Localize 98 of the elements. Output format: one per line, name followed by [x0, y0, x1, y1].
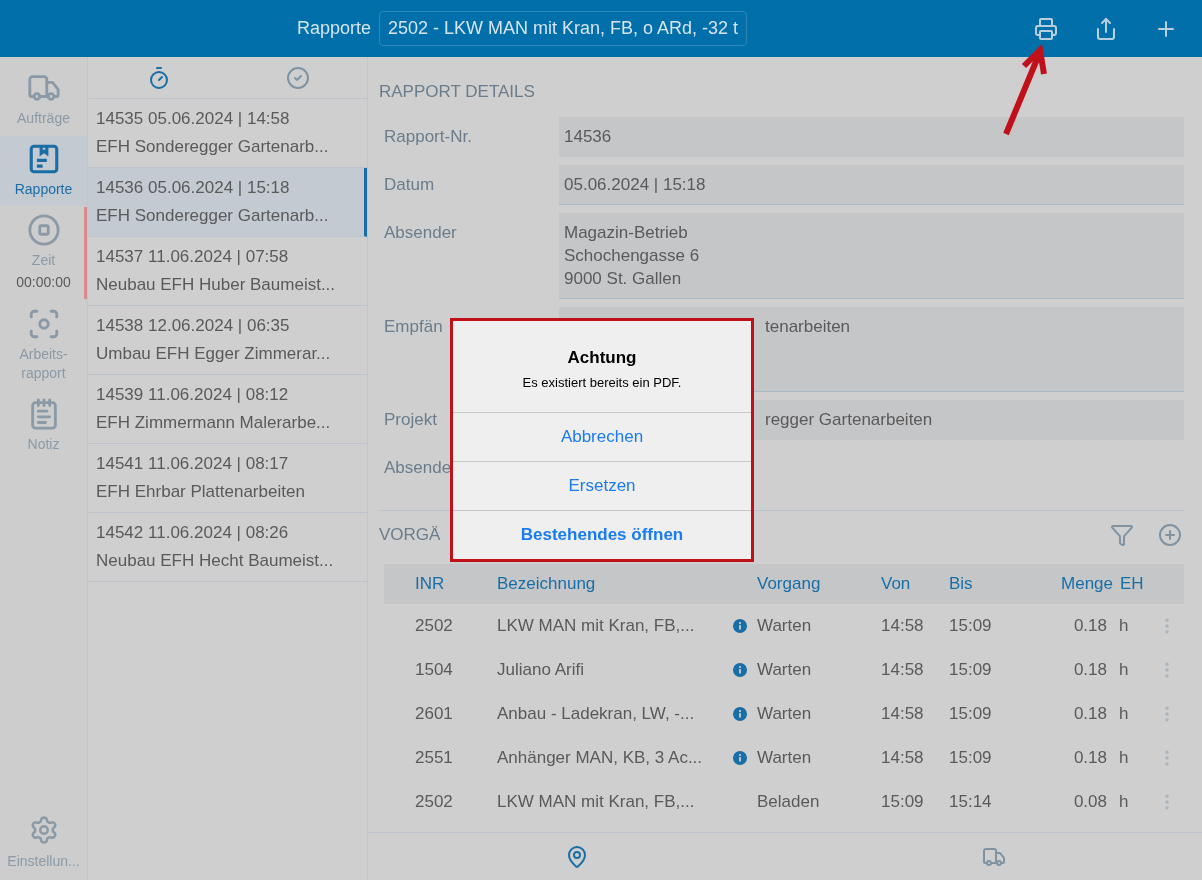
- table-cell-text: 14:58: [881, 702, 925, 725]
- sidebar-label: Notiz: [26, 435, 61, 454]
- table-cell-text: LKW MAN mit Kran, FB,...: [497, 790, 696, 813]
- stop-icon: [26, 213, 61, 247]
- sidebar-label: Arbeits-rapport: [18, 345, 69, 383]
- table-cell-text: Anbau - Ladekran, LW, -...: [497, 702, 696, 725]
- table-cell-text: 2551: [415, 746, 454, 769]
- table-cell-text: 0.18: [1072, 658, 1107, 681]
- column-header: Bezeichnung: [497, 573, 596, 593]
- table-cell-text: 15:14: [949, 790, 993, 813]
- field-label: Rapport-Nr.: [384, 126, 472, 146]
- table-cell-text: Juliano Arifi: [497, 658, 585, 681]
- table-cell-text: 14:58: [881, 614, 925, 637]
- table-cell-text: Warten: [757, 702, 813, 725]
- page-title: Rapporte: [296, 17, 371, 40]
- report-list-item[interactable]: 14539 11.06.2024 | 08:12 EFH Zimmermann Malerarbe...: [88, 375, 367, 444]
- table-cell-text: 2601: [415, 702, 454, 725]
- table-cell-text: Warten: [757, 746, 813, 769]
- report-title: Neubau EFH Hecht Baumeist...: [96, 550, 335, 572]
- info-icon[interactable]: [733, 618, 747, 633]
- report-title: Umbau EFH Egger Zimmerar...: [96, 343, 332, 365]
- sidebar-label: Aufträge: [16, 109, 71, 128]
- field-label: Empfän: [384, 316, 443, 336]
- table-cell-text: 1504: [415, 658, 454, 681]
- report-number-date: 14542 11.06.2024 | 08:26: [96, 522, 290, 544]
- report-title: EFH Sonderegger Gartenarb...: [96, 205, 330, 227]
- section-heading: VORGÄ: [379, 525, 441, 545]
- add-circle-icon[interactable]: [1158, 523, 1182, 547]
- table-cell-text: Warten: [757, 658, 813, 681]
- column-header: Menge: [1061, 573, 1113, 593]
- report-list-item[interactable]: 14536 05.06.2024 | 15:18 EFH Sonderegger Gartenarb...: [88, 168, 367, 237]
- info-icon[interactable]: [733, 750, 747, 765]
- report-number-date: 14535 05.06.2024 | 14:58: [96, 108, 291, 130]
- column-header: Bis: [949, 573, 973, 593]
- column-header: INR: [415, 573, 445, 593]
- report-number-date: 14539 11.06.2024 | 08:12: [96, 384, 290, 406]
- report-title: EFH Zimmermann Malerarbe...: [96, 412, 332, 434]
- report-title: EFH Sonderegger Gartenarb...: [96, 136, 330, 158]
- sidebar-item[interactable]: Rapporte: [0, 136, 87, 205]
- check-tab[interactable]: [285, 65, 310, 90]
- report-title: EFH Ehrbar Plattenarbeiten: [96, 481, 306, 503]
- table-cell-text: h: [1118, 614, 1130, 637]
- field-value: 14536: [559, 116, 1184, 157]
- column-header: EH: [1120, 573, 1144, 593]
- table-cell-text: h: [1118, 746, 1130, 769]
- field-label: Absender: [384, 222, 457, 242]
- table-cell-text: 15:09: [949, 658, 993, 681]
- report-number-date: 14541 11.06.2024 | 08:17: [96, 453, 290, 475]
- report-list-item[interactable]: 14542 11.06.2024 | 08:26 Neubau EFH Hecht Baumeist...: [88, 513, 367, 582]
- table-cell-text: Anhänger MAN, KB, 3 Ac...: [497, 746, 704, 769]
- table-cell-text: 15:09: [881, 790, 925, 813]
- table-cell-text: LKW MAN mit Kran, FB,...: [497, 614, 696, 637]
- table-cell-text: 2502: [415, 614, 454, 637]
- table-cell-text: 15:09: [949, 702, 993, 725]
- dialog-title: Achtung: [567, 347, 637, 369]
- field-value: 05.06.2024 | 15:18: [559, 164, 1184, 205]
- print-icon[interactable]: [1034, 16, 1058, 41]
- table-cell-text: Warten: [757, 614, 813, 637]
- table-cell-text: 2502: [415, 790, 454, 813]
- share-icon[interactable]: [1094, 16, 1118, 41]
- table-cell-text: h: [1118, 702, 1130, 725]
- report-number-date: 14536 05.06.2024 | 15:18: [96, 177, 291, 199]
- field-value: Magazin-Betrieb Schochengasse 6 9000 St. Gallen: [559, 212, 1184, 299]
- table-cell-text: 0.18: [1072, 746, 1107, 769]
- column-header: Vorgang: [757, 573, 821, 593]
- dialog-button[interactable]: Bestehendes öffnen: [453, 510, 751, 559]
- table-cell-text: 0.08: [1072, 790, 1107, 813]
- info-icon[interactable]: [733, 662, 747, 677]
- report-title: Neubau EFH Huber Baumeist...: [96, 274, 337, 296]
- column-header: Von: [881, 573, 911, 593]
- section-heading: RAPPORT DETAILS: [379, 81, 536, 103]
- report-number-date: 14538 12.06.2024 | 06:35: [96, 315, 291, 337]
- info-icon[interactable]: [733, 706, 747, 721]
- table-cell-text: 14:58: [881, 746, 925, 769]
- table-cell-text: 15:09: [949, 614, 993, 637]
- table-cell-text: h: [1118, 790, 1130, 813]
- table-cell-text: 0.18: [1072, 614, 1107, 637]
- table-cell-text: Beladen: [757, 790, 821, 813]
- report-number-date: 14537 11.06.2024 | 07:58: [96, 246, 290, 268]
- sidebar-label: Zeit: [30, 251, 57, 270]
- field-label: Projekt: [384, 409, 437, 429]
- timer-value: 00:00:00: [16, 273, 71, 292]
- table-cell-text: 14:58: [881, 658, 925, 681]
- dialog-button[interactable]: Abbrechen: [453, 412, 751, 461]
- table-cell-text: 0.18: [1072, 702, 1107, 725]
- report-list-item[interactable]: 14538 12.06.2024 | 06:35 Umbau EFH Egger Zimmerar...: [88, 306, 367, 375]
- field-label: Absende: [384, 457, 452, 477]
- table-cell-text: h: [1118, 658, 1130, 681]
- report-list-item[interactable]: 14541 11.06.2024 | 08:17 EFH Ehrbar Plattenarbeiten: [88, 444, 367, 513]
- filter-icon[interactable]: [1110, 523, 1134, 547]
- sidebar-item[interactable]: Zeit 00:00:00: [0, 207, 87, 299]
- report-list-item[interactable]: 14537 11.06.2024 | 07:58 Neubau EFH Huber Baumeist...: [88, 237, 367, 306]
- sidebar-label: Rapporte: [13, 180, 74, 199]
- settings-icon[interactable]: [28, 815, 59, 845]
- field-label: Datum: [384, 174, 435, 194]
- table-cell-text: 15:09: [949, 746, 993, 769]
- order-selector[interactable]: 2502 - LKW MAN mit Kran, FB, o ARd, -32 t: [378, 11, 748, 46]
- dialog-button[interactable]: Ersetzen: [453, 461, 751, 510]
